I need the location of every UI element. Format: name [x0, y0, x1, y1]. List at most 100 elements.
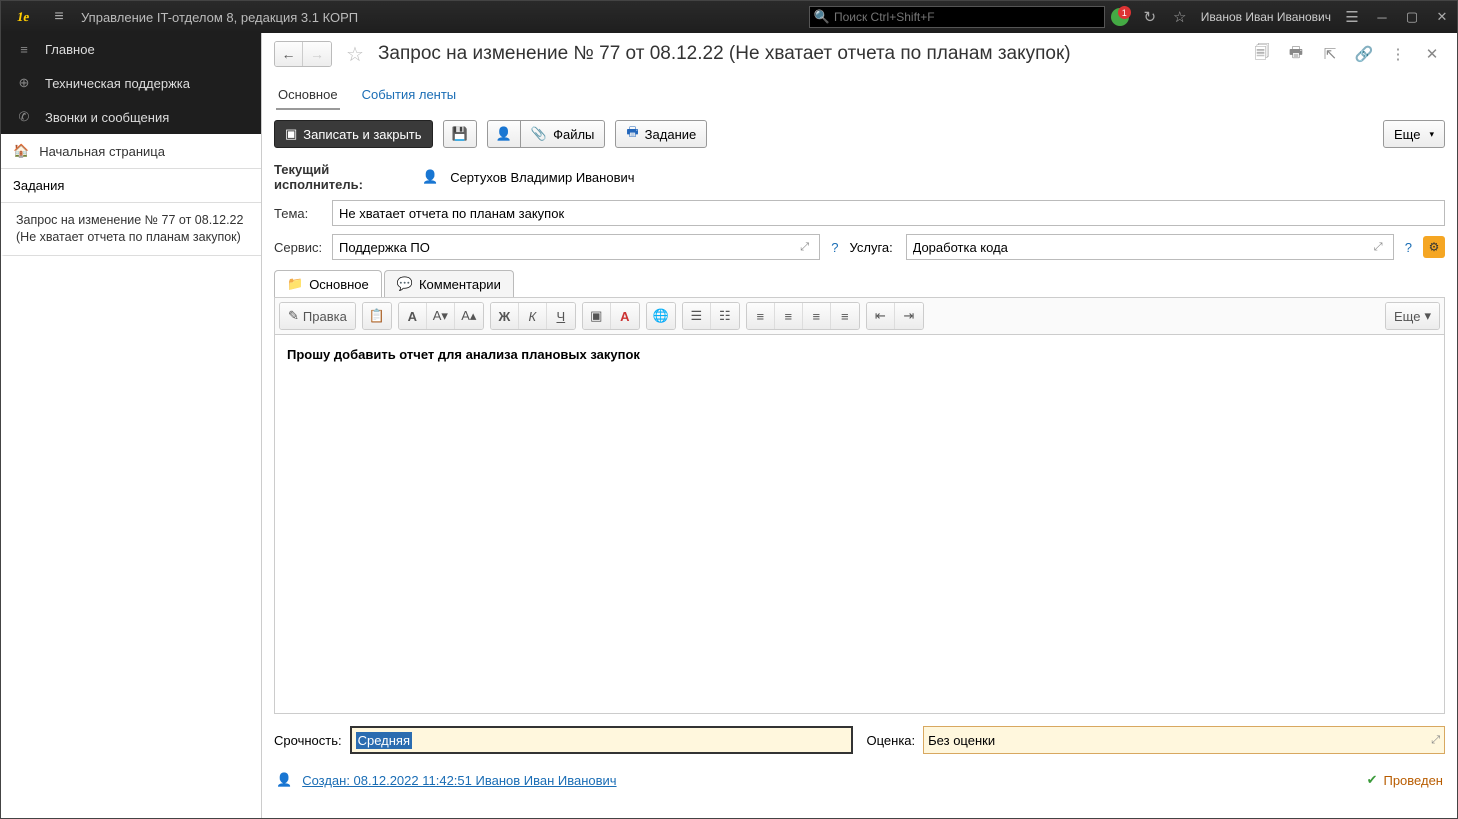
user-icon: 👤: [422, 169, 438, 185]
add-user-button[interactable]: 👤: [487, 120, 520, 148]
sidebar-label-main: Главное: [45, 42, 95, 57]
content-area: ← → ☆ Запрос на изменение № 77 от 08.12.…: [262, 33, 1457, 818]
files-button[interactable]: 📎 Файлы: [520, 120, 606, 148]
global-search[interactable]: 🔍: [809, 6, 1105, 28]
subject-input-wrap[interactable]: [332, 200, 1445, 226]
save-close-icon: ▣: [285, 126, 297, 142]
italic-button[interactable]: К: [519, 303, 547, 329]
rt-more-button[interactable]: Еще ▾: [1386, 303, 1439, 329]
richtext-toolbar: ✎Правка 📋 A A▾ A▴ Ж К Ч ▣ A 🌐: [274, 297, 1445, 334]
help-icon[interactable]: ?: [1402, 240, 1415, 255]
close-window-button[interactable]: ✕: [1427, 9, 1457, 25]
rating-input[interactable]: Без оценки ⤢: [923, 726, 1445, 754]
rt-more-label: Еще: [1394, 309, 1420, 324]
view-tab-main[interactable]: Основное: [276, 81, 340, 110]
save-and-close-button[interactable]: ▣ Записать и закрыть: [274, 120, 433, 148]
align-right-button[interactable]: ≡: [803, 303, 831, 329]
executor-label: Текущий исполнитель:: [274, 162, 414, 192]
help-icon[interactable]: ?: [828, 240, 841, 255]
hamburger-icon[interactable]: ≡: [45, 8, 73, 26]
action-toolbar: ▣ Записать и закрыть 💾 👤 📎 Файлы 🖶 Задан…: [262, 110, 1457, 158]
expand-icon[interactable]: ⤢: [1431, 734, 1440, 747]
task-icon: 🖶: [626, 123, 638, 145]
favorite-star-icon[interactable]: ☆: [346, 42, 364, 67]
executor-value: Сертухов Владимир Иванович: [450, 170, 634, 185]
service2-input[interactable]: [913, 240, 1370, 255]
bold-button[interactable]: Ж: [491, 303, 519, 329]
view-tab-events[interactable]: События ленты: [360, 81, 459, 110]
sidebar-current-document[interactable]: Запрос на изменение № 77 от 08.12.22 (Не…: [1, 203, 261, 256]
settings-gear-button[interactable]: ⚙: [1423, 236, 1445, 258]
align-justify-button[interactable]: ≡: [831, 303, 859, 329]
font-smaller-button[interactable]: A▾: [427, 303, 455, 329]
export-icon[interactable]: ⇱: [1317, 45, 1343, 63]
more-label: Еще: [1394, 127, 1420, 142]
chevron-down-icon: ▾: [1429, 129, 1434, 140]
expand-icon[interactable]: ⤢: [1369, 241, 1386, 254]
history-icon[interactable]: ↻: [1135, 8, 1165, 26]
sidebar-item-support[interactable]: ⊕ Техническая поддержка: [1, 66, 261, 100]
more-button[interactable]: Еще ▾: [1383, 120, 1445, 148]
status-posted: ✔ Проведен: [1367, 772, 1443, 788]
underline-button[interactable]: Ч: [547, 303, 575, 329]
edit-mode-button[interactable]: ✎Правка: [280, 303, 355, 329]
font-larger-button[interactable]: A▴: [455, 303, 483, 329]
chevron-down-icon: ▾: [1424, 308, 1431, 324]
star-icon[interactable]: ☆: [1165, 8, 1195, 26]
search-icon: 🔍: [814, 9, 830, 25]
link-icon[interactable]: 🔗: [1351, 45, 1377, 63]
align-center-button[interactable]: ≡: [775, 303, 803, 329]
paste-button[interactable]: 📋: [363, 303, 391, 329]
urgency-input[interactable]: Средняя: [350, 726, 853, 754]
created-info-link[interactable]: Создан: 08.12.2022 11:42:51 Иванов Иван …: [302, 773, 616, 788]
sub-tab-main[interactable]: 📁 Основное: [274, 270, 382, 297]
clipboard-icon: 📋: [369, 308, 385, 324]
close-tab-button[interactable]: ✕: [1419, 45, 1445, 63]
sidebar-item-tasks[interactable]: Задания: [1, 169, 261, 203]
phone-icon: ✆: [15, 109, 33, 125]
minimize-button[interactable]: ─: [1367, 10, 1397, 25]
more-vertical-icon[interactable]: ⋮: [1385, 45, 1411, 63]
sidebar-label-home: Начальная страница: [39, 144, 165, 159]
service-label: Сервис:: [274, 240, 324, 255]
sidebar-label-calls: Звонки и сообщения: [45, 110, 169, 125]
insert-button[interactable]: 🌐: [647, 303, 675, 329]
text-color-button[interactable]: A: [611, 303, 639, 329]
sidebar-current-label: Запрос на изменение № 77 от 08.12.22 (Не…: [16, 213, 243, 244]
service2-label: Услуга:: [850, 240, 898, 255]
service-input-wrap[interactable]: ⤢: [332, 234, 820, 260]
sidebar-item-main[interactable]: ≡ Главное: [1, 33, 261, 66]
expand-icon[interactable]: ⤢: [796, 241, 813, 254]
lifebuoy-icon: ⊕: [15, 75, 33, 91]
nav-forward-button[interactable]: →: [303, 42, 331, 66]
sidebar-item-home[interactable]: 🏠 Начальная страница: [1, 134, 261, 169]
service-input[interactable]: [339, 240, 796, 255]
settings-lines-icon[interactable]: ☰: [1337, 8, 1367, 26]
notification-badge: 1: [1118, 6, 1131, 19]
nav-back-button[interactable]: ←: [275, 42, 303, 66]
service2-input-wrap[interactable]: ⤢: [906, 234, 1394, 260]
sidebar-item-calls[interactable]: ✆ Звонки и сообщения: [1, 100, 261, 134]
search-input[interactable]: [830, 10, 1100, 24]
user-name[interactable]: Иванов Иван Иванович: [1195, 10, 1337, 24]
align-left-button[interactable]: ≡: [747, 303, 775, 329]
fill-color-button[interactable]: ▣: [583, 303, 611, 329]
subject-input[interactable]: [339, 206, 1438, 221]
number-list-button[interactable]: ☷: [711, 303, 739, 329]
notification-bell-icon[interactable]: 1: [1105, 8, 1135, 26]
save-button[interactable]: 💾: [443, 120, 477, 148]
outdent-button[interactable]: ⇤: [867, 303, 895, 329]
report-icon[interactable]: 🗐: [1249, 42, 1275, 67]
nav-buttons: ← →: [274, 41, 332, 67]
status-row: 👤 Создан: 08.12.2022 11:42:51 Иванов Ива…: [262, 766, 1457, 794]
bullet-list-button[interactable]: ☰: [683, 303, 711, 329]
sub-tab-comments[interactable]: 💬 Комментарии: [384, 270, 514, 297]
sub-tabs: 📁 Основное 💬 Комментарии: [262, 264, 1457, 297]
font-color-button[interactable]: A: [399, 303, 427, 329]
print-icon[interactable]: 🖶: [1283, 42, 1309, 67]
richtext-body[interactable]: Прошу добавить отчет для анализа плановы…: [274, 334, 1445, 714]
richtext-content: Прошу добавить отчет для анализа плановы…: [287, 347, 640, 362]
indent-button[interactable]: ⇥: [895, 303, 923, 329]
task-button[interactable]: 🖶 Задание: [615, 120, 707, 148]
maximize-button[interactable]: ▢: [1397, 9, 1427, 25]
